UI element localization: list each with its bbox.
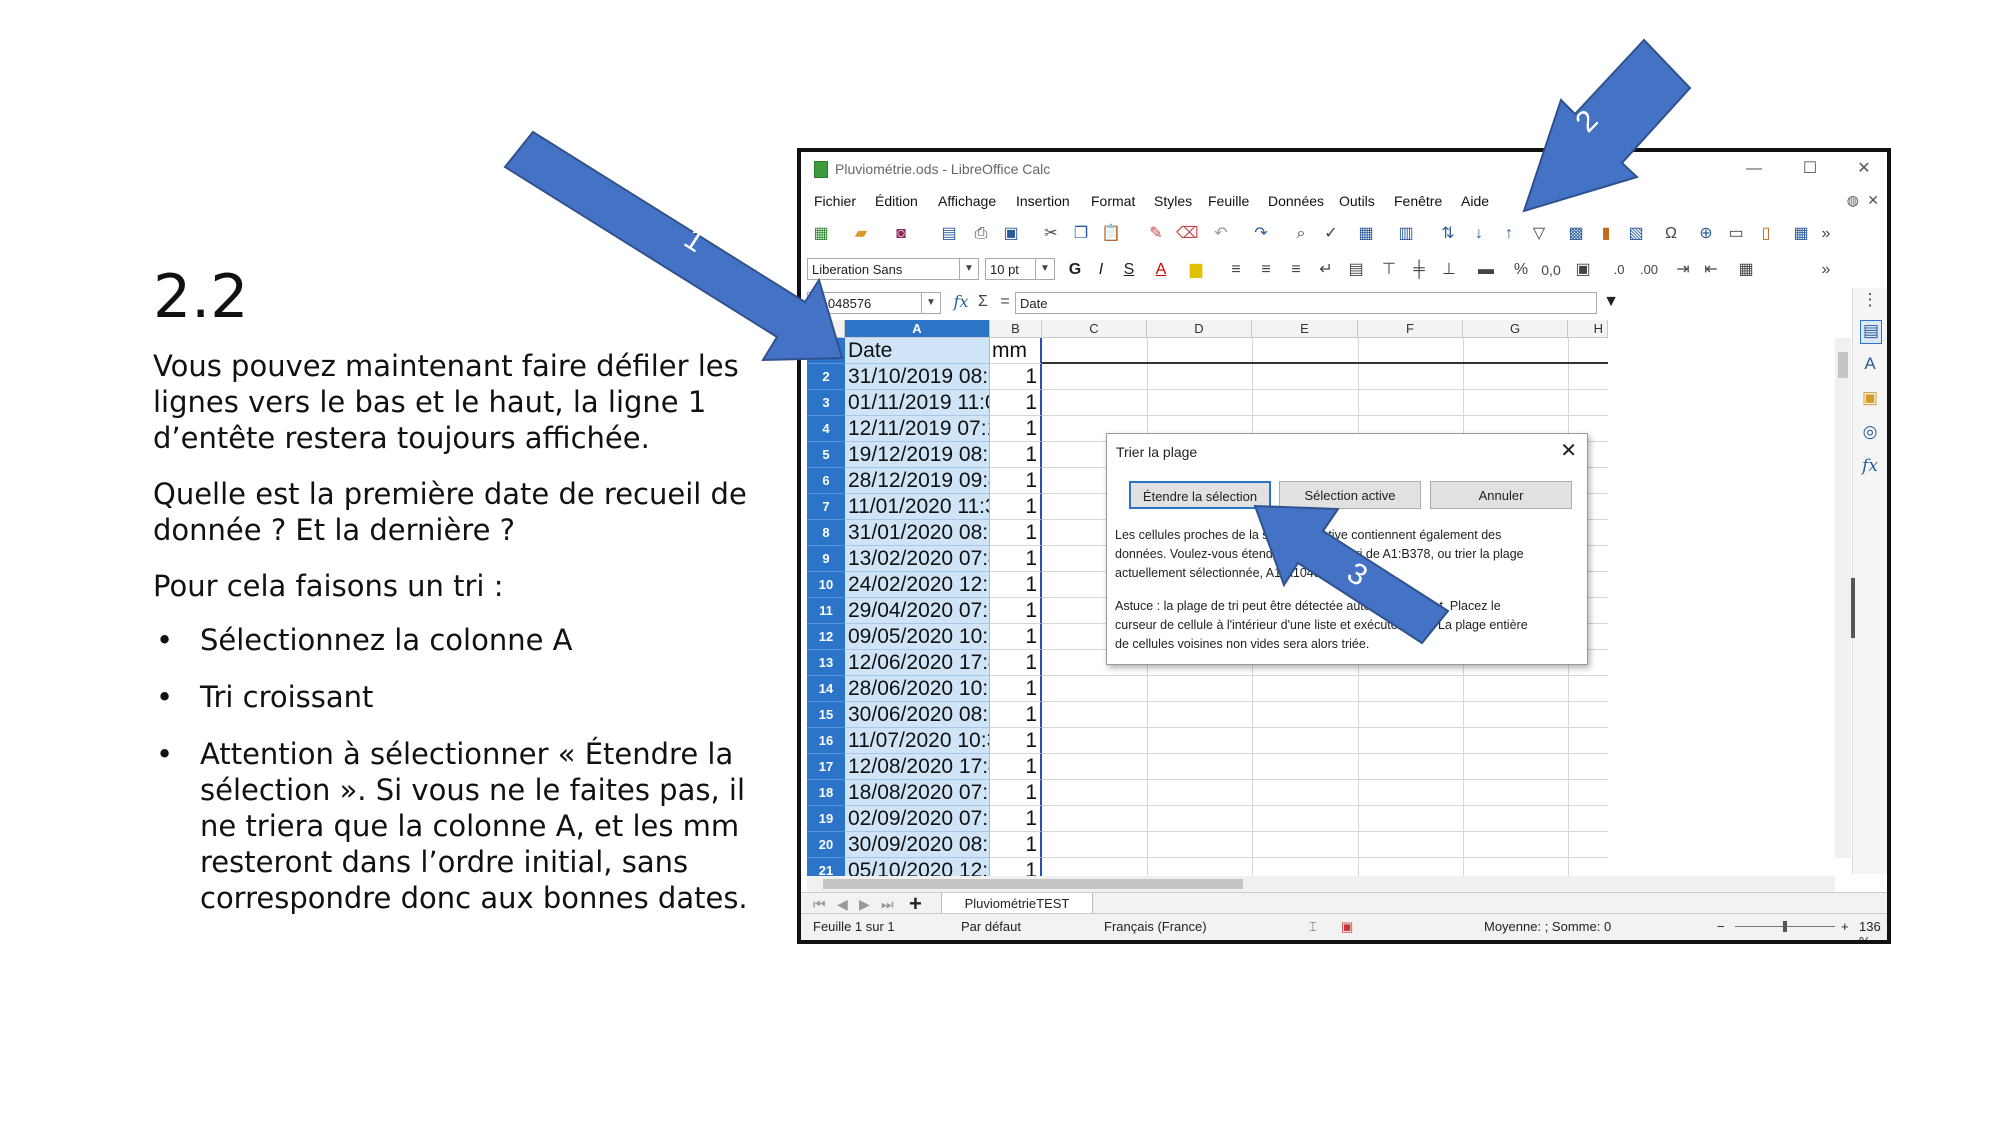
arrow-2	[1522, 38, 1692, 213]
annotation-arrows: 1 2 3	[503, 38, 1692, 645]
arrow-1	[503, 130, 844, 362]
